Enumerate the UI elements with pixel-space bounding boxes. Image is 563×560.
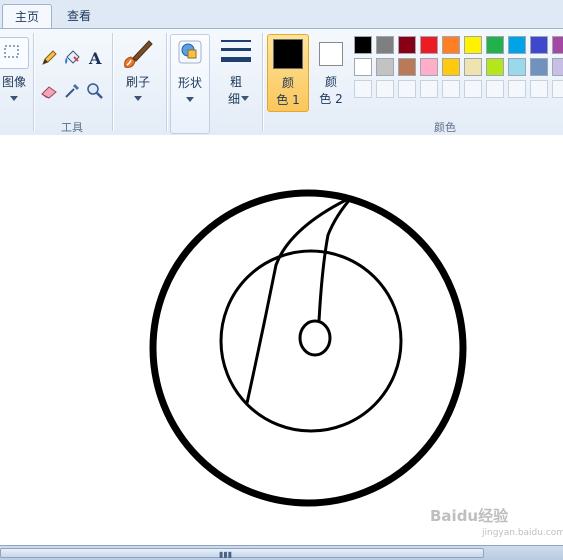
palette-swatch[interactable] <box>354 80 372 98</box>
brush-button[interactable]: 刷子 <box>118 35 158 105</box>
scrollbar-thumb[interactable]: ▮▮▮ <box>0 548 484 559</box>
chevron-down-icon <box>134 96 142 101</box>
shapes-label: 形状 <box>177 76 202 90</box>
drawing-canvas[interactable] <box>0 135 563 545</box>
palette-swatch[interactable] <box>442 36 460 54</box>
svg-text:A: A <box>88 49 102 67</box>
select-icon <box>4 45 19 58</box>
eraser-tool[interactable] <box>39 81 59 101</box>
palette-swatch[interactable] <box>420 36 438 54</box>
color2-label-line2: 色 2 <box>319 92 343 106</box>
palette-swatch[interactable] <box>530 36 548 54</box>
palette-swatch[interactable] <box>420 58 438 76</box>
color-picker-tool[interactable] <box>62 81 82 101</box>
color2-swatch <box>319 42 343 66</box>
text-a-icon: A <box>88 49 102 67</box>
palette-swatch[interactable] <box>376 80 394 98</box>
select-button[interactable] <box>0 37 29 69</box>
palette-swatch[interactable] <box>376 58 394 76</box>
palette-swatch[interactable] <box>508 80 526 98</box>
palette-swatch[interactable] <box>354 58 372 76</box>
palette-swatch[interactable] <box>464 80 482 98</box>
palette-swatch[interactable] <box>486 58 504 76</box>
shapes-button[interactable]: 形状 <box>170 34 210 134</box>
chevron-down-icon <box>10 96 18 101</box>
palette-swatch[interactable] <box>464 58 482 76</box>
shapes-icon <box>178 40 202 64</box>
watermark-url: jingyan.baidu.com <box>482 528 563 538</box>
chevron-down-icon <box>241 96 249 101</box>
pencil-icon <box>42 50 57 65</box>
fill-tool[interactable] <box>62 48 82 68</box>
magnifier-tool[interactable] <box>85 81 105 101</box>
paint-bucket-icon <box>65 50 80 64</box>
chevron-down-icon <box>186 97 194 102</box>
brush-icon <box>124 40 153 68</box>
magnifier-icon <box>87 83 103 99</box>
colors-group-label: 颜色 <box>434 121 456 134</box>
palette-swatch[interactable] <box>464 36 482 54</box>
palette-swatch[interactable] <box>376 36 394 54</box>
palette-swatch[interactable] <box>508 58 526 76</box>
color2-button[interactable]: 颜 色 2 <box>311 34 353 112</box>
inner-circle-stroke <box>219 249 403 433</box>
color-palette <box>354 36 563 102</box>
image-group-label[interactable]: 图像 <box>0 73 28 90</box>
color1-swatch <box>273 39 303 69</box>
palette-swatch[interactable] <box>420 80 438 98</box>
ribbon-tab-bar: 主页 查看 <box>0 0 563 30</box>
tools-group-label: 工具 <box>61 121 83 134</box>
pencil-tool[interactable] <box>39 48 59 68</box>
size-button[interactable]: 粗 细 <box>216 34 256 116</box>
eraser-icon <box>41 86 57 99</box>
tab-view[interactable]: 查看 <box>55 4 103 28</box>
palette-swatch[interactable] <box>508 36 526 54</box>
brush-label: 刷子 <box>125 75 150 89</box>
line-width-icon <box>221 40 251 62</box>
outer-circle-stroke <box>149 189 467 507</box>
watermark-logo: Baidu经验 <box>430 507 509 525</box>
palette-swatch[interactable] <box>486 36 504 54</box>
ribbon: 图像 A 工具 刷子 形状 粗 细 颜 色 1 颜 色 2 颜色 <box>0 28 563 136</box>
eyedropper-icon <box>65 84 79 98</box>
curve-stroke-left <box>245 195 353 404</box>
palette-swatch[interactable] <box>398 58 416 76</box>
palette-swatch[interactable] <box>530 80 548 98</box>
palette-swatch[interactable] <box>530 58 548 76</box>
palette-swatch[interactable] <box>552 36 563 54</box>
tab-home[interactable]: 主页 <box>2 4 53 30</box>
grip-icon: ▮▮▮ <box>219 550 233 559</box>
palette-swatch[interactable] <box>442 58 460 76</box>
horizontal-scrollbar[interactable]: ▮▮▮ <box>0 545 563 560</box>
palette-swatch[interactable] <box>486 80 504 98</box>
palette-swatch[interactable] <box>354 36 372 54</box>
text-tool[interactable]: A <box>85 48 105 68</box>
color1-label-line1: 颜 <box>281 76 294 90</box>
drawing-surface <box>149 189 467 507</box>
palette-swatch[interactable] <box>398 80 416 98</box>
palette-swatch[interactable] <box>398 36 416 54</box>
size-label-line1: 粗 <box>229 75 242 89</box>
palette-swatch[interactable] <box>552 80 563 98</box>
center-oval-stroke <box>298 319 332 357</box>
color1-button[interactable]: 颜 色 1 <box>267 34 309 112</box>
color1-label-line2: 色 1 <box>276 93 300 107</box>
palette-swatch[interactable] <box>552 58 563 76</box>
color2-label-line1: 颜 <box>324 75 337 89</box>
palette-swatch[interactable] <box>442 80 460 98</box>
